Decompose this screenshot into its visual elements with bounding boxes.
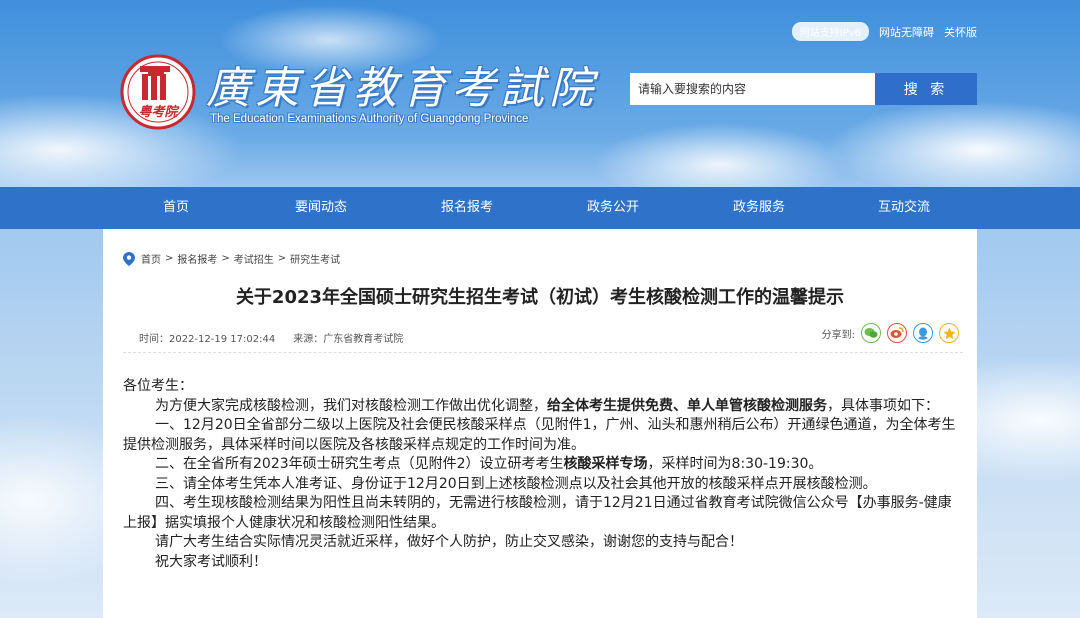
paragraph-1: 为方便大家完成核酸检测，我们对核酸检测工作做出优化调整，给全体考生提供免费、单人… <box>155 397 939 414</box>
weibo-icon[interactable] <box>887 323 907 343</box>
paragraph-7: 祝大家考试顺利！ <box>155 553 267 570</box>
divider <box>123 352 963 353</box>
breadcrumb-home[interactable]: 首页 <box>141 251 161 266</box>
breadcrumb-separator: > <box>165 253 174 264</box>
breadcrumb-separator: > <box>221 253 230 264</box>
care-mode-link[interactable]: 关怀版 <box>944 24 977 40</box>
greeting: 各位考生： <box>123 378 193 394</box>
breadcrumb-registration[interactable]: 报名报考 <box>177 251 217 266</box>
search-button[interactable]: 搜 索 <box>875 73 977 105</box>
qq-icon[interactable] <box>913 323 933 343</box>
paragraph-4: 三、请全体考生凭本人准考证、身份证于12月20日到上述核酸检测点以及社会其他开放… <box>155 475 877 492</box>
nav-item-government-affairs[interactable]: 政务公开 <box>587 187 639 229</box>
nav-item-home[interactable]: 首页 <box>163 187 189 229</box>
share-bar: 分享到: <box>822 323 959 343</box>
paragraph-2: 一、12月20日全省部分二级以上医院及社会便民核酸采样点（见附件1，广州、汕头和… <box>123 417 956 453</box>
breadcrumb: 首页 > 报名报考 > 考试招生 > 研究生考试 <box>123 251 340 266</box>
article-title: 关于2023年全国硕士研究生招生考试（初试）考生核酸检测工作的温馨提示 <box>235 287 845 308</box>
search-box: 搜 索 <box>630 73 977 105</box>
search-input[interactable] <box>630 73 875 105</box>
accessibility-link[interactable]: 网站无障碍 <box>879 24 934 40</box>
breadcrumb-separator: > <box>277 253 287 264</box>
qzone-icon[interactable] <box>939 323 959 343</box>
breadcrumb-exam-admission[interactable]: 考试招生 <box>234 251 274 266</box>
site-subtitle: The Education Examinations Authority of … <box>210 113 529 125</box>
nav-item-registration[interactable]: 报名报考 <box>441 187 493 229</box>
ipv6-badge[interactable]: 网站支持IPv6 <box>791 22 869 41</box>
location-pin-icon <box>123 251 135 266</box>
site-logo[interactable]: 粤考院 <box>118 52 198 132</box>
top-links: 网站支持IPv6 网站无障碍 关怀版 <box>791 22 977 41</box>
article-body: 各位考生： 为方便大家完成核酸检测，我们对核酸检测工作做出优化调整，给全体考生提… <box>123 377 963 572</box>
publish-time: 时间：2022-12-19 17:02:44 <box>139 334 276 345</box>
article-meta: 时间：2022-12-19 17:02:44 来源：广东省教育考试院 <box>139 330 403 345</box>
site-title: 廣東省教育考試院 <box>206 63 598 114</box>
share-label: 分享到: <box>821 329 855 341</box>
paragraph-5: 四、考生现核酸检测结果为阳性且尚未转阴的，无需进行核酸检测，请于12月21日通过… <box>123 495 952 531</box>
article-source: 来源：广东省教育考试院 <box>293 334 404 345</box>
nav-item-government-services[interactable]: 政务服务 <box>733 187 785 229</box>
logo-text: 粤考院 <box>138 104 180 120</box>
breadcrumb-graduate-exam[interactable]: 研究生考试 <box>290 251 340 266</box>
nav-item-news[interactable]: 要闻动态 <box>295 187 347 229</box>
nav-item-interaction[interactable]: 互动交流 <box>878 187 930 229</box>
paragraph-3: 二、在全省所有2023年硕士研究生考点（见附件2）设立研考考生核酸采样专场，采样… <box>155 456 823 472</box>
paragraph-6: 请广大考生结合实际情况灵活就近采样，做好个人防护，防止交叉感染，谢谢您的支持与配… <box>155 534 743 550</box>
wechat-icon[interactable] <box>861 323 881 343</box>
main-nav: 首页 要闻动态 报名报考 政务公开 政务服务 互动交流 <box>0 187 1080 229</box>
article-panel: 首页 > 报名报考 > 考试招生 > 研究生考试 关于2023年全国硕士研究生招… <box>103 229 977 618</box>
